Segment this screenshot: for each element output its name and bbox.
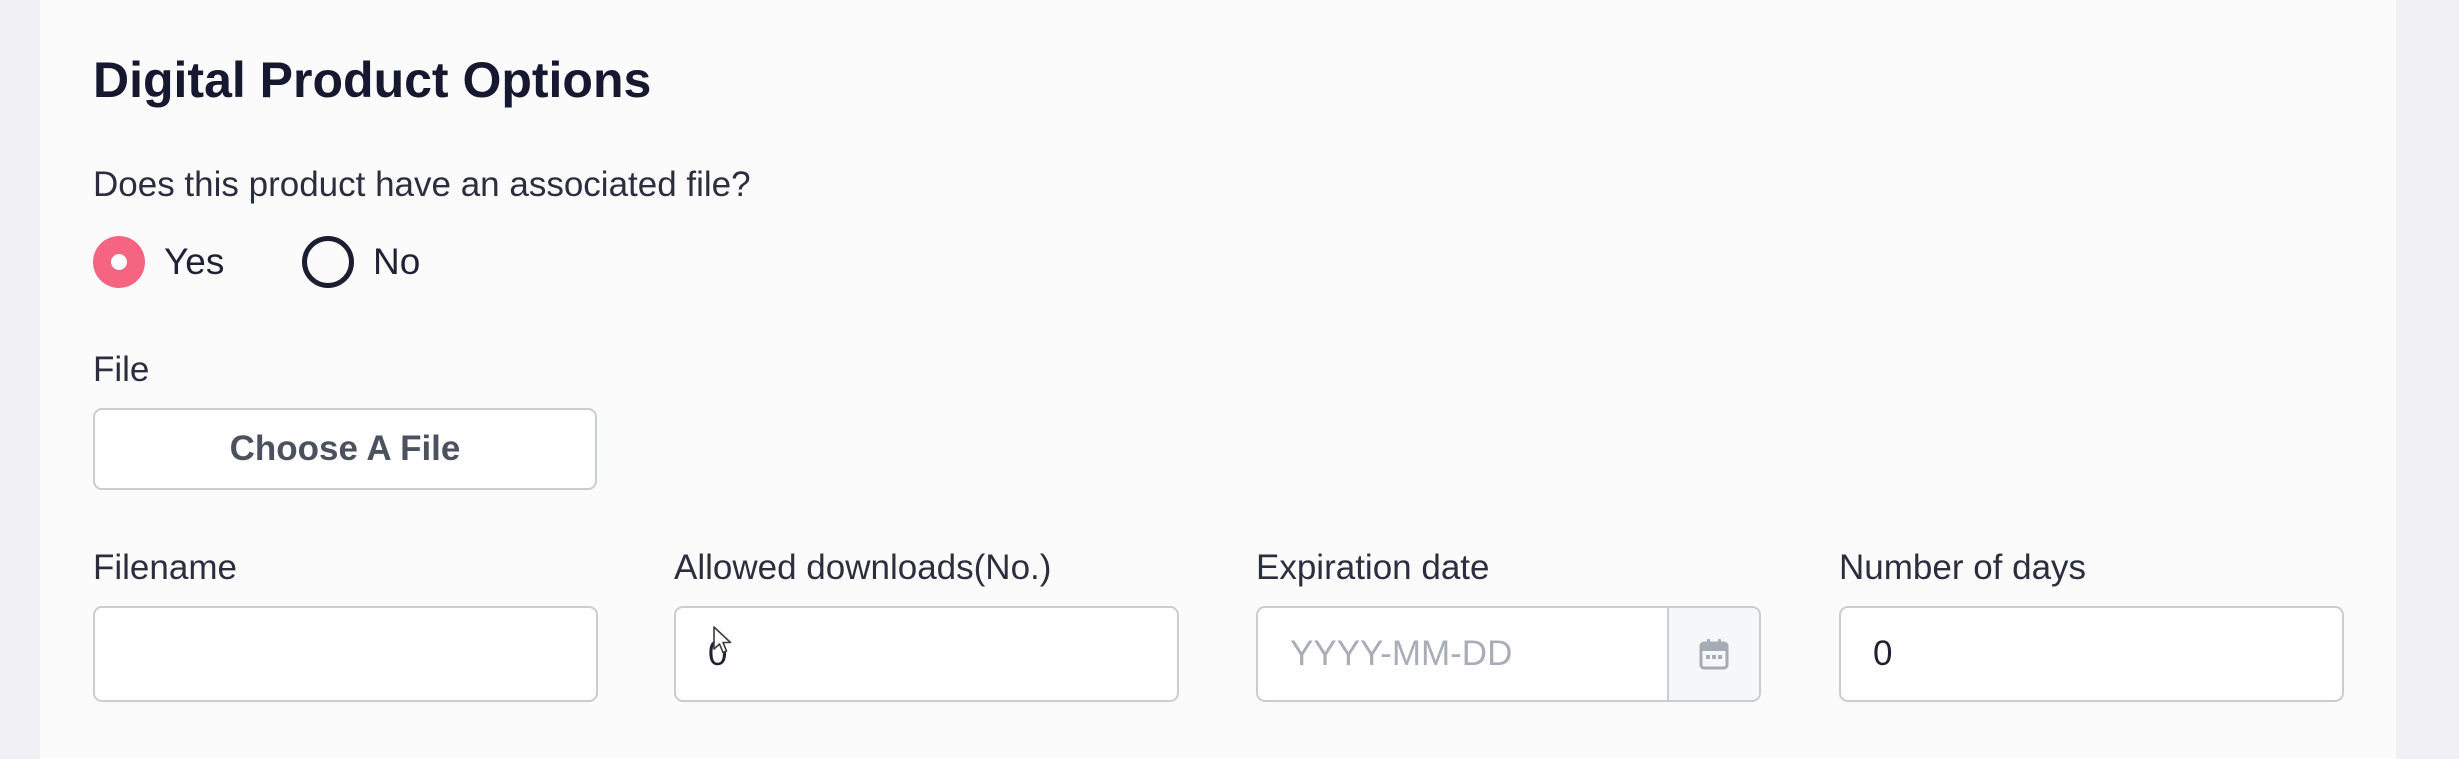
radio-option-no[interactable]: No [302, 234, 420, 290]
filename-input[interactable] [93, 606, 598, 702]
radio-yes-indicator[interactable] [93, 236, 145, 288]
expiration-date-label: Expiration date [1256, 548, 1490, 587]
number-of-days-input[interactable] [1839, 606, 2344, 702]
radio-no-indicator[interactable] [302, 236, 354, 288]
associated-file-question: Does this product have an associated fil… [93, 165, 751, 204]
digital-product-options-panel: Digital Product Options Does this produc… [40, 0, 2396, 759]
radio-yes-label: Yes [164, 241, 225, 282]
radio-option-yes[interactable]: Yes [93, 234, 224, 290]
expiration-date-group [1256, 606, 1761, 702]
allowed-downloads-input[interactable] [674, 606, 1179, 702]
section-title: Digital Product Options [93, 52, 652, 108]
filename-label: Filename [93, 548, 237, 587]
allowed-downloads-label: Allowed downloads(No.) [674, 548, 1052, 587]
radio-no-label: No [373, 241, 421, 282]
calendar-icon [1699, 639, 1729, 670]
choose-file-button[interactable]: Choose A File [93, 408, 597, 490]
number-of-days-label: Number of days [1839, 548, 2087, 587]
calendar-button[interactable] [1667, 608, 1759, 700]
expiration-date-input[interactable] [1258, 608, 1667, 700]
file-label: File [93, 350, 150, 389]
